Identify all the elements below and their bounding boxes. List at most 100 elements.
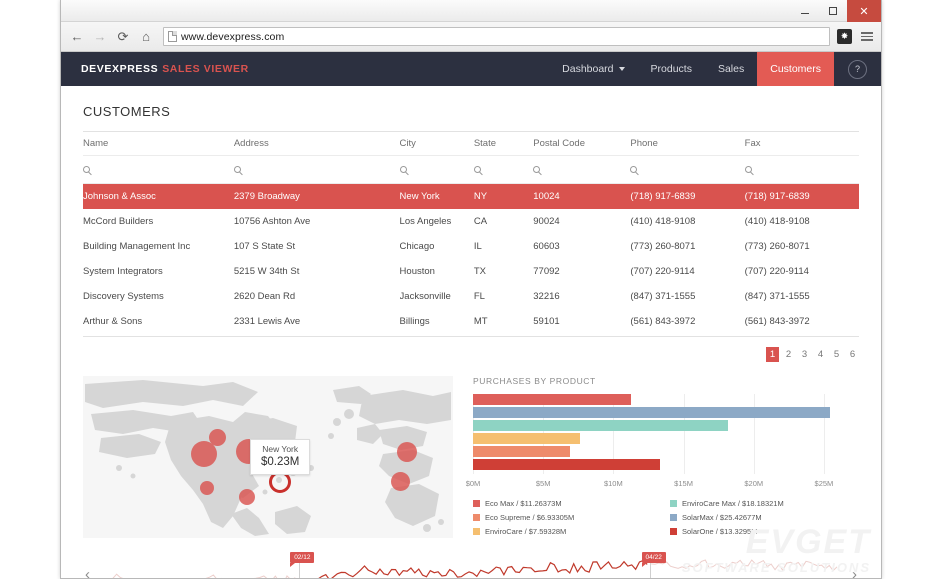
filter-cell-address[interactable] <box>233 155 400 184</box>
search-icon <box>83 166 90 173</box>
column-header-state[interactable]: State <box>473 131 534 156</box>
page-button-4[interactable]: 4 <box>814 347 827 362</box>
legend-label: EnviroCare Max / $18.18321M <box>682 499 784 508</box>
legend-item[interactable]: Eco Max / $11.26373M <box>473 499 662 508</box>
extension-icon[interactable]: ✸ <box>837 29 852 44</box>
axis-tick: $15M <box>674 479 693 488</box>
chart-bar-solarmax[interactable] <box>473 407 830 418</box>
page-icon <box>168 31 177 42</box>
axis-tick: $5M <box>535 479 551 488</box>
filter-cell-fax[interactable] <box>744 155 859 184</box>
legend-item[interactable]: SolarOne / $13.3295M <box>670 527 859 536</box>
cell-state: MT <box>473 316 488 327</box>
cell-city: Houston <box>399 266 435 277</box>
legend-item[interactable]: EnviroCare / $7.59328M <box>473 527 662 536</box>
filter-cell-city[interactable] <box>399 155 474 184</box>
nav-item-dashboard[interactable]: Dashboard <box>549 52 637 86</box>
table-header: Name Address City State Postal Code Phon… <box>83 131 859 156</box>
home-icon[interactable]: ⌂ <box>136 27 156 47</box>
chart-bar-solarone[interactable] <box>473 459 661 470</box>
menu-icon[interactable] <box>859 29 875 45</box>
timeline-next-icon[interactable]: › <box>852 566 857 578</box>
page-button-6[interactable]: 6 <box>846 347 859 362</box>
cell-phone: (410) 418-9108 <box>630 216 696 227</box>
cell-fax: (707) 220-9114 <box>744 266 809 277</box>
column-header-city[interactable]: City <box>399 131 474 156</box>
cell-name: Discovery Systems <box>83 291 164 302</box>
map-bubble[interactable] <box>239 489 255 505</box>
nav-item-customers[interactable]: Customers <box>757 52 834 86</box>
nav-item-sales[interactable]: Sales <box>705 52 757 86</box>
chevron-down-icon <box>618 67 625 71</box>
cell-postal-code: 32216 <box>533 291 560 302</box>
legend-item[interactable]: Eco Supreme / $6.93305M <box>473 513 662 522</box>
table-filter-body <box>83 155 859 184</box>
timeline-plot[interactable]: 02/12 04/22 <box>105 552 838 578</box>
web-page: DEVEXPRESS SALES VIEWER Dashboard Product… <box>61 52 881 578</box>
timeline-marker-end[interactable]: 04/22 <box>641 552 666 567</box>
column-header-name[interactable]: Name <box>83 131 234 156</box>
legend-item[interactable]: SolarMax / $25.42677M <box>670 513 859 522</box>
minimize-button[interactable] <box>791 0 819 22</box>
table-row[interactable]: Discovery Systems 2620 Dean Rd Jacksonvi… <box>83 284 859 309</box>
cell-address: 5215 W 34th St <box>233 266 300 277</box>
column-header-phone[interactable]: Phone <box>630 131 745 156</box>
table-row[interactable]: Building Management Inc 107 S State St C… <box>83 234 859 259</box>
cell-fax: (847) 371-1555 <box>744 291 810 302</box>
page-button-2[interactable]: 2 <box>782 347 795 362</box>
screenshot-root: ✕ ← → ⟳ ⌂ www.devexpress.com ✸ DEVEXPRES… <box>0 0 942 579</box>
page-button-1[interactable]: 1 <box>766 347 779 362</box>
table-row[interactable]: System Integrators 5215 W 34th St Housto… <box>83 259 859 284</box>
cell-phone: (718) 917-6839 <box>630 191 696 202</box>
map-bubble[interactable] <box>391 472 410 491</box>
legend-swatch <box>670 514 677 521</box>
chart-bar-envirocare-max[interactable] <box>473 420 729 431</box>
filter-cell-phone[interactable] <box>630 155 745 184</box>
forward-icon[interactable]: → <box>90 27 110 47</box>
url-bar[interactable]: www.devexpress.com <box>163 27 830 46</box>
timeline-prev-icon[interactable]: ‹ <box>85 566 90 578</box>
map-bubble[interactable] <box>209 429 226 446</box>
axis-tick: $0M <box>465 479 481 488</box>
table-row[interactable]: Arthur & Sons 2331 Lewis Ave Billings MT… <box>83 309 859 334</box>
reload-icon[interactable]: ⟳ <box>113 27 133 47</box>
chart-bar-eco-supreme[interactable] <box>473 446 571 457</box>
cell-phone: (847) 371-1555 <box>630 291 696 302</box>
filter-cell-state[interactable] <box>473 155 534 184</box>
help-icon[interactable]: ? <box>848 59 867 79</box>
nav-item-products[interactable]: Products <box>638 52 705 86</box>
chart-plot-area <box>473 394 859 474</box>
column-header-fax[interactable]: Fax <box>744 131 859 156</box>
filter-cell-name[interactable] <box>83 155 234 184</box>
legend-item[interactable]: EnviroCare Max / $18.18321M <box>670 499 859 508</box>
cell-fax: (718) 917-6839 <box>744 191 810 202</box>
cell-fax: (773) 260-8071 <box>744 241 810 252</box>
timeline-marker-start[interactable]: 02/12 <box>290 552 315 567</box>
table-row[interactable]: Johnson & Assoc 2379 Broadway New York N… <box>83 183 859 209</box>
chart-bar-row <box>473 394 859 405</box>
map-bubble[interactable] <box>200 481 214 495</box>
column-header-postal-code[interactable]: Postal Code <box>533 131 631 156</box>
cell-postal-code: 77092 <box>533 266 560 277</box>
map-tooltip-value: $0.23M <box>261 455 300 468</box>
chart-bar-row <box>473 433 859 444</box>
logo-primary: DEVEXPRESS <box>81 63 159 75</box>
search-icon <box>233 166 241 173</box>
cell-postal-code: 90024 <box>533 216 560 227</box>
page-button-3[interactable]: 3 <box>798 347 811 362</box>
chart-bar-envirocare[interactable] <box>473 433 580 444</box>
maximize-button[interactable] <box>819 0 847 22</box>
customers-table: Name Address City State Postal Code Phon… <box>83 131 859 334</box>
close-button[interactable]: ✕ <box>847 0 881 22</box>
column-header-address[interactable]: Address <box>233 131 400 156</box>
map-bubble[interactable] <box>397 442 417 462</box>
chart-bar-eco-max[interactable] <box>473 394 632 405</box>
cell-address: 2620 Dean Rd <box>233 291 296 302</box>
page-button-5[interactable]: 5 <box>830 347 843 362</box>
table-row[interactable]: McCord Builders 10756 Ashton Ave Los Ang… <box>83 209 859 234</box>
search-icon <box>473 166 481 173</box>
back-icon[interactable]: ← <box>67 27 87 47</box>
filter-cell-postal-code[interactable] <box>533 155 631 184</box>
sales-map[interactable]: New York $0.23M <box>83 376 453 538</box>
app-logo[interactable]: DEVEXPRESS SALES VIEWER <box>81 63 249 75</box>
